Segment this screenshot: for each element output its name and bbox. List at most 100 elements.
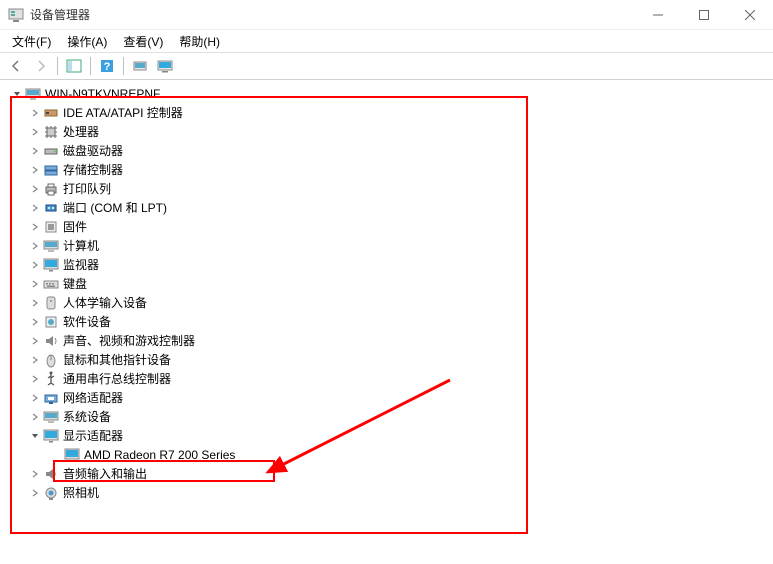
chevron-right-icon[interactable] <box>28 239 42 253</box>
tree-item-label: 处理器 <box>63 123 99 140</box>
tree-item[interactable]: 通用串行总线控制器 <box>6 369 773 388</box>
system-icon <box>43 409 59 425</box>
computer-icon <box>43 238 59 254</box>
tree-item[interactable]: 端口 (COM 和 LPT) <box>6 198 773 217</box>
forward-button[interactable] <box>29 55 53 77</box>
tree-item-label: 存储控制器 <box>63 161 123 178</box>
chevron-down-icon[interactable] <box>28 429 42 443</box>
chevron-right-icon[interactable] <box>28 334 42 348</box>
chevron-right-icon[interactable] <box>28 106 42 120</box>
chevron-right-icon[interactable] <box>28 315 42 329</box>
chevron-right-icon[interactable] <box>28 467 42 481</box>
tree-item[interactable]: 网络适配器 <box>6 388 773 407</box>
hid-icon <box>43 295 59 311</box>
tree-item[interactable]: 键盘 <box>6 274 773 293</box>
tree-item[interactable]: 固件 <box>6 217 773 236</box>
chevron-right-icon[interactable] <box>28 277 42 291</box>
tree-item[interactable]: 人体学输入设备 <box>6 293 773 312</box>
tree-root-label: WIN-N9TKVNREPNF <box>45 87 160 101</box>
chevron-right-icon[interactable] <box>28 125 42 139</box>
tree-item-label: 软件设备 <box>63 313 111 330</box>
tree-item[interactable]: 音频输入和输出 <box>6 464 773 483</box>
cpu-icon <box>43 124 59 140</box>
audio-icon <box>43 466 59 482</box>
minimize-button[interactable] <box>635 0 681 30</box>
close-button[interactable] <box>727 0 773 30</box>
tree-item[interactable]: 显示适配器 <box>6 426 773 445</box>
chevron-right-icon[interactable] <box>28 486 42 500</box>
tree-item-label: 端口 (COM 和 LPT) <box>63 199 167 216</box>
software-icon <box>43 314 59 330</box>
chevron-right-icon[interactable] <box>28 353 42 367</box>
chevron-right-icon[interactable] <box>28 258 42 272</box>
tree-item-label: 通用串行总线控制器 <box>63 370 171 387</box>
back-button[interactable] <box>4 55 28 77</box>
computer-icon <box>25 86 41 102</box>
toolbar: ? <box>0 52 773 80</box>
window-title: 设备管理器 <box>30 6 635 23</box>
tree-item-label: 网络适配器 <box>63 389 123 406</box>
tree-item-label: 显示适配器 <box>63 427 123 444</box>
titlebar: 设备管理器 <box>0 0 773 30</box>
tree-item[interactable]: IDE ATA/ATAPI 控制器 <box>6 103 773 122</box>
maximize-button[interactable] <box>681 0 727 30</box>
menubar: 文件(F) 操作(A) 查看(V) 帮助(H) <box>0 30 773 52</box>
tree-item-label: 系统设备 <box>63 408 111 425</box>
tree-item[interactable]: 监视器 <box>6 255 773 274</box>
tree-item[interactable]: 鼠标和其他指针设备 <box>6 350 773 369</box>
sound-icon <box>43 333 59 349</box>
tree-item-label: 声音、视频和游戏控制器 <box>63 332 195 349</box>
tree-item-label: 键盘 <box>63 275 87 292</box>
tree-item[interactable]: 照相机 <box>6 483 773 502</box>
firmware-icon <box>43 219 59 235</box>
tree-item-label: 计算机 <box>63 237 99 254</box>
ide-icon <box>43 105 59 121</box>
chevron-down-icon[interactable] <box>10 87 24 101</box>
mouse-icon <box>43 352 59 368</box>
device-tree[interactable]: WIN-N9TKVNREPNF IDE ATA/ATAPI 控制器 处理器 磁盘… <box>0 80 773 512</box>
display-device-icon <box>64 447 80 463</box>
tree-item[interactable]: 计算机 <box>6 236 773 255</box>
display-icon <box>43 428 59 444</box>
menu-help[interactable]: 帮助(H) <box>171 31 228 52</box>
show-hide-console-button[interactable] <box>62 55 86 77</box>
tree-item[interactable]: 声音、视频和游戏控制器 <box>6 331 773 350</box>
help-button[interactable]: ? <box>95 55 119 77</box>
tree-item[interactable]: 磁盘驱动器 <box>6 141 773 160</box>
tree-child-label: AMD Radeon R7 200 Series <box>84 448 235 462</box>
tree-item[interactable]: 系统设备 <box>6 407 773 426</box>
camera-icon <box>43 485 59 501</box>
app-icon <box>8 7 24 23</box>
chevron-right-icon[interactable] <box>28 201 42 215</box>
chevron-right-icon[interactable] <box>28 372 42 386</box>
chevron-right-icon[interactable] <box>28 410 42 424</box>
tree-root[interactable]: WIN-N9TKVNREPNF <box>6 84 773 103</box>
menu-action[interactable]: 操作(A) <box>59 31 115 52</box>
tree-item[interactable]: 存储控制器 <box>6 160 773 179</box>
tree-item-label: 固件 <box>63 218 87 235</box>
tree-item-label: 照相机 <box>63 484 99 501</box>
port-icon <box>43 200 59 216</box>
menu-file[interactable]: 文件(F) <box>4 31 59 52</box>
storage-icon <box>43 162 59 178</box>
scan-hardware-button[interactable] <box>128 55 152 77</box>
chevron-right-icon[interactable] <box>28 144 42 158</box>
tree-child-item[interactable]: AMD Radeon R7 200 Series <box>6 445 773 464</box>
menu-view[interactable]: 查看(V) <box>115 31 171 52</box>
toolbar-separator <box>90 57 91 75</box>
tree-item[interactable]: 处理器 <box>6 122 773 141</box>
tree-item[interactable]: 打印队列 <box>6 179 773 198</box>
print-icon <box>43 181 59 197</box>
tree-item-label: 鼠标和其他指针设备 <box>63 351 171 368</box>
chevron-right-icon[interactable] <box>28 182 42 196</box>
keyboard-icon <box>43 276 59 292</box>
tree-item[interactable]: 软件设备 <box>6 312 773 331</box>
network-icon <box>43 390 59 406</box>
chevron-right-icon[interactable] <box>28 220 42 234</box>
tree-item-label: 人体学输入设备 <box>63 294 147 311</box>
chevron-right-icon[interactable] <box>28 391 42 405</box>
tree-item-label: 磁盘驱动器 <box>63 142 123 159</box>
device-monitor-button[interactable] <box>153 55 177 77</box>
chevron-right-icon[interactable] <box>28 296 42 310</box>
chevron-right-icon[interactable] <box>28 163 42 177</box>
